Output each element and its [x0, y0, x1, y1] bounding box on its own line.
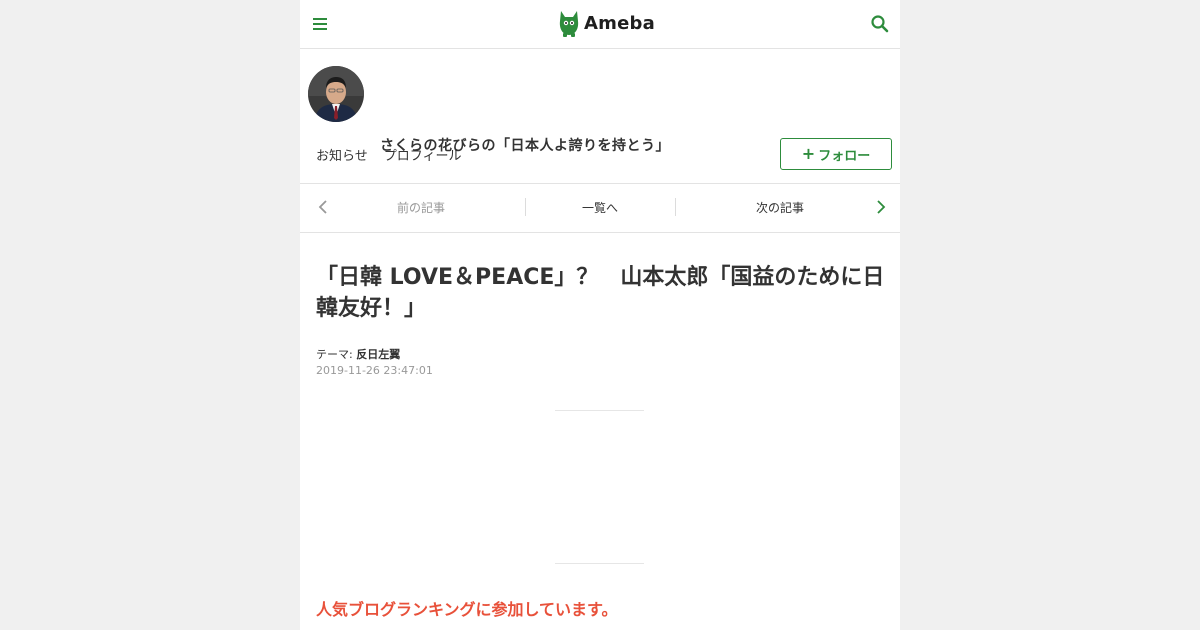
follow-button[interactable]: + フォロー — [780, 138, 892, 170]
prev-article-link[interactable]: 前の記事 — [397, 199, 445, 216]
article-list-link[interactable]: 一覧へ — [582, 199, 618, 216]
ameba-logo[interactable]: Ameba — [558, 8, 655, 38]
logo-text: Ameba — [584, 12, 655, 34]
ad-divider-top — [555, 410, 644, 411]
ranking-text: 人気ブログランキングに参加しています。 — [316, 600, 618, 619]
chevron-left-icon[interactable] — [318, 199, 328, 219]
divider — [525, 198, 526, 216]
next-article-link[interactable]: 次の記事 — [756, 199, 804, 216]
follow-label: フォロー — [818, 148, 871, 164]
article-title: 「日韓 LOVE＆PEACE」？ 山本太郎「国益のために日韓友好！」 — [316, 265, 885, 321]
hamburger-icon[interactable] — [312, 16, 328, 32]
ad-divider-bottom — [555, 563, 644, 564]
page: Ameba さくらの花びらの「日本人よ誇りを持とう」 お知らせ プロフィール +… — [300, 0, 900, 630]
app-header: Ameba — [300, 0, 900, 49]
theme-label: テーマ: — [316, 348, 353, 361]
ameba-mascot-icon — [559, 11, 579, 37]
chevron-right-icon[interactable] — [876, 199, 886, 219]
avatar[interactable] — [308, 66, 364, 122]
theme-link[interactable]: 反日左翼 — [356, 348, 400, 361]
divider — [675, 198, 676, 216]
article-pager: 前の記事 一覧へ 次の記事 — [300, 183, 900, 233]
article-theme: テーマ: 反日左翼 — [316, 346, 400, 362]
article-date: 2019-11-26 23:47:01 — [316, 364, 433, 377]
nav-profile-link[interactable]: プロフィール — [384, 145, 462, 164]
blog-nav: お知らせ プロフィール — [316, 145, 462, 164]
plus-icon: + — [801, 144, 816, 163]
search-icon[interactable] — [870, 14, 890, 34]
nav-news-link[interactable]: お知らせ — [316, 145, 368, 164]
